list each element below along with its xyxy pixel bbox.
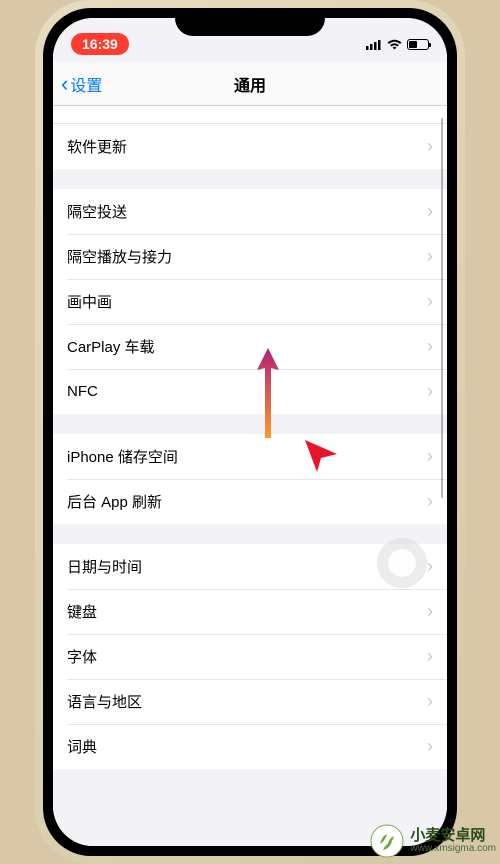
status-right (366, 39, 429, 50)
watermark-title: 小麦安卓网 (410, 828, 496, 844)
notch (175, 8, 325, 36)
scrollbar[interactable] (441, 118, 444, 498)
row-background-refresh[interactable]: 后台 App 刷新 › (53, 479, 447, 524)
assistive-touch-inner (387, 548, 417, 578)
row-airdrop[interactable]: 隔空投送 › (53, 189, 447, 234)
settings-group: 软件更新 › (53, 106, 447, 169)
phone-frame: 16:39 ‹ 设置 通用 (35, 0, 465, 864)
row-carplay[interactable]: CarPlay 车载 › (53, 324, 447, 369)
row-airplay-handoff[interactable]: 隔空播放与接力 › (53, 234, 447, 279)
row-label: 隔空投送 (67, 201, 127, 222)
watermark-url: www.xmsigma.com (410, 844, 496, 855)
annotation-cursor-icon (303, 438, 339, 479)
row-iphone-storage[interactable]: iPhone 储存空间 › (53, 434, 447, 479)
annotation-arrow-up (253, 348, 283, 443)
chevron-right-icon: › (427, 136, 433, 157)
row-label: CarPlay 车载 (67, 336, 155, 357)
row-pip[interactable]: 画中画 › (53, 279, 447, 324)
row-software-update[interactable]: 软件更新 › (53, 124, 447, 169)
row-label: 软件更新 (67, 136, 127, 157)
settings-list[interactable]: 软件更新 › 隔空投送 › 隔空播放与接力 › 画中画 › (53, 106, 447, 846)
screen: 16:39 ‹ 设置 通用 (53, 18, 447, 846)
row-label: 语言与地区 (67, 691, 142, 712)
wifi-icon (387, 39, 402, 50)
chevron-right-icon: › (427, 246, 433, 267)
row-label: 画中画 (67, 291, 112, 312)
row-label: NFC (67, 383, 98, 400)
row-dictionary[interactable]: 词典 › (53, 724, 447, 769)
watermark-text: 小麦安卓网 www.xmsigma.com (410, 828, 496, 854)
partial-row (53, 106, 447, 124)
chevron-right-icon: › (427, 201, 433, 222)
chevron-right-icon: › (427, 446, 433, 467)
row-label: 键盘 (67, 601, 97, 622)
watermark-logo-icon (370, 824, 404, 858)
chevron-right-icon: › (427, 691, 433, 712)
watermark: 小麦安卓网 www.xmsigma.com (370, 824, 496, 858)
row-label: 后台 App 刷新 (67, 491, 162, 512)
chevron-right-icon: › (427, 736, 433, 757)
assistive-touch[interactable] (377, 538, 427, 588)
battery-icon (407, 39, 429, 50)
signal-icon (366, 39, 382, 50)
chevron-right-icon: › (427, 336, 433, 357)
row-nfc[interactable]: NFC › (53, 369, 447, 414)
settings-group: iPhone 储存空间 › 后台 App 刷新 › (53, 434, 447, 524)
row-label: 日期与时间 (67, 556, 142, 577)
recording-time-pill[interactable]: 16:39 (71, 33, 129, 55)
chevron-right-icon: › (427, 291, 433, 312)
row-label: 隔空播放与接力 (67, 246, 172, 267)
row-label: 词典 (67, 736, 97, 757)
chevron-right-icon: › (427, 491, 433, 512)
row-label: 字体 (67, 646, 97, 667)
row-label: iPhone 储存空间 (67, 446, 178, 467)
page-title: 通用 (53, 72, 447, 96)
chevron-right-icon: › (427, 601, 433, 622)
chevron-right-icon: › (427, 556, 433, 577)
row-keyboard[interactable]: 键盘 › (53, 589, 447, 634)
phone-bezel: 16:39 ‹ 设置 通用 (43, 8, 457, 856)
settings-group: 隔空投送 › 隔空播放与接力 › 画中画 › CarPlay 车载 › (53, 189, 447, 414)
chevron-right-icon: › (427, 646, 433, 667)
nav-bar: ‹ 设置 通用 (53, 62, 447, 106)
row-fonts[interactable]: 字体 › (53, 634, 447, 679)
row-language-region[interactable]: 语言与地区 › (53, 679, 447, 724)
chevron-right-icon: › (427, 381, 433, 402)
